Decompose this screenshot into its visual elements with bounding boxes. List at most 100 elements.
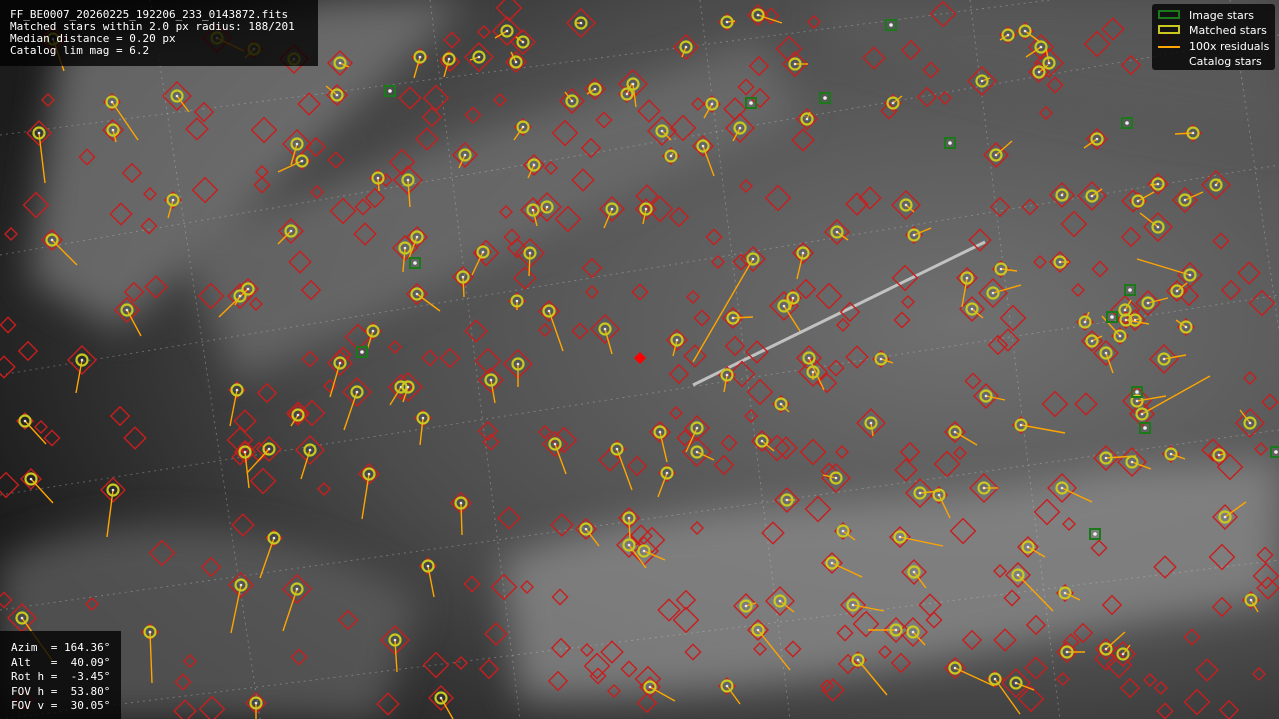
legend-item-image-stars: Image stars (1158, 8, 1275, 24)
star-dot (355, 390, 359, 394)
star-dot (953, 430, 957, 434)
star-dot (376, 176, 380, 180)
star-dot (584, 527, 588, 531)
star-dot (684, 45, 688, 49)
star-dot (1121, 652, 1125, 656)
star-dot (856, 658, 860, 662)
star-dot (148, 630, 152, 634)
sky-image (0, 0, 1279, 719)
star-dot (545, 205, 549, 209)
star-dot (1047, 61, 1051, 65)
catalog-marker-icon (1158, 56, 1180, 65)
star-dot (1128, 288, 1132, 292)
star-dot (296, 413, 300, 417)
legend-item-catalog-stars: Catalog stars (1158, 55, 1275, 71)
star-dot (1214, 183, 1218, 187)
star-dot (367, 472, 371, 476)
star-dot (238, 294, 242, 298)
residual-line (462, 276, 465, 298)
star-dot (665, 471, 669, 475)
star-dot (785, 498, 789, 502)
legend-item-matched-stars: Matched stars (1158, 24, 1275, 40)
star-dot (393, 638, 397, 642)
star-dot (898, 535, 902, 539)
star-dot (300, 159, 304, 163)
fov-v-text: FOV v = 30.05° (11, 699, 111, 713)
star-dot (749, 101, 753, 105)
star-dot (793, 62, 797, 66)
star-dot (570, 99, 574, 103)
star-dot (37, 131, 41, 135)
residual-line (732, 316, 754, 319)
star-dot (1184, 325, 1188, 329)
star-dot (879, 357, 883, 361)
star-dot (267, 447, 271, 451)
star-dot (894, 628, 898, 632)
star-dot (912, 570, 916, 574)
star-dot (779, 402, 783, 406)
calibration-info-panel: FF_BE0007_20260225_192206_233_0143872.fi… (0, 0, 318, 66)
star-dot (528, 251, 532, 255)
star-dot (1065, 650, 1069, 654)
star-dot (521, 40, 525, 44)
star-dot (851, 603, 855, 607)
star-dot (760, 439, 764, 443)
star-dot (841, 529, 845, 533)
star-dot (415, 292, 419, 296)
legend: Image stars Matched stars 100x residuals… (1152, 4, 1275, 70)
star-dot (627, 516, 631, 520)
residual-line (628, 517, 631, 541)
star-dot (553, 442, 557, 446)
star-dot (953, 666, 957, 670)
star-dot (338, 61, 342, 65)
star-dot (239, 583, 243, 587)
star-dot (984, 394, 988, 398)
star-dot (1123, 308, 1127, 312)
star-dot (912, 233, 916, 237)
star-dot (110, 100, 114, 104)
star-dot (1090, 339, 1094, 343)
star-dot (970, 307, 974, 311)
star-dot (295, 142, 299, 146)
star-dot (459, 501, 463, 505)
green-square-icon (1158, 9, 1180, 19)
star-dot (891, 101, 895, 105)
star-dot (1156, 182, 1160, 186)
star-dot (610, 207, 614, 211)
star-dot (171, 198, 175, 202)
star-dot (1125, 121, 1129, 125)
star-dot (1104, 351, 1108, 355)
star-dot (505, 29, 509, 33)
star-dot (1006, 33, 1010, 37)
yellow-square-icon (1158, 25, 1180, 35)
star-dot (648, 685, 652, 689)
star-dot (701, 144, 705, 148)
star-dot (1037, 70, 1041, 74)
star-dot (426, 564, 430, 568)
star-dot (80, 358, 84, 362)
star-dot (29, 477, 33, 481)
star-dot (948, 141, 952, 145)
star-dot (243, 450, 247, 454)
star-dot (235, 388, 239, 392)
star-dot (644, 207, 648, 211)
star-dot (1060, 486, 1064, 490)
star-dot (791, 296, 795, 300)
star-dot (1063, 591, 1067, 595)
star-dot (289, 229, 293, 233)
star-dot (965, 276, 969, 280)
star-dot (20, 616, 24, 620)
star-dot (1183, 198, 1187, 202)
star-dot (695, 450, 699, 454)
altitude-text: Alt = 40.09° (11, 655, 111, 669)
star-dot (1175, 289, 1179, 293)
star-dot (751, 257, 755, 261)
star-dot (835, 230, 839, 234)
star-dot (1274, 450, 1278, 454)
star-dot (1014, 681, 1018, 685)
star-dot (514, 60, 518, 64)
star-dot (1143, 426, 1147, 430)
star-dot (744, 604, 748, 608)
star-dot (982, 486, 986, 490)
star-dot (415, 235, 419, 239)
